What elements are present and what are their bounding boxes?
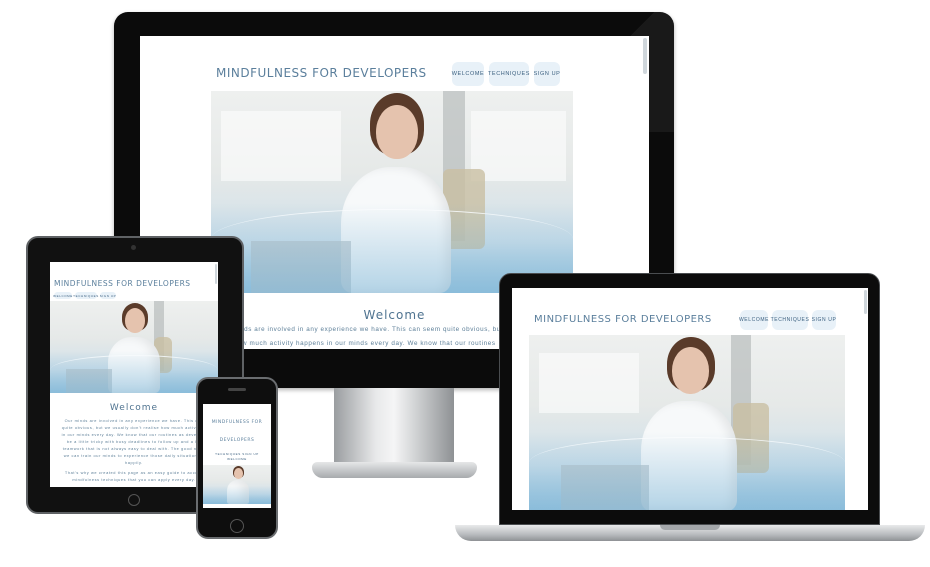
- phone-home-button[interactable]: [230, 519, 244, 533]
- welcome-text-line: That's why we created this page as an ea…: [64, 470, 204, 475]
- hero-image: [203, 465, 271, 504]
- phone-nav[interactable]: TECHNIQUES SIGN UP: [203, 452, 271, 456]
- site-nav: WELCOME TECHNIQUES SIGN UP: [452, 62, 560, 86]
- nav-signup-button[interactable]: SIGN UP: [100, 292, 116, 299]
- laptop-screen: MINDFULNESS FOR DEVELOPERS WELCOME TECHN…: [512, 288, 868, 510]
- welcome-text-line: quite obvious, but we usually don't real…: [61, 425, 207, 430]
- welcome-text-line: happily.: [125, 460, 143, 465]
- phone-nav[interactable]: WELCOME: [203, 457, 271, 461]
- nav-signup-button[interactable]: SIGN UP: [534, 62, 560, 86]
- welcome-text-line: mindfulness techniques that you can appl…: [72, 477, 196, 482]
- site-title: MINDFULNESS FOR DEVELOPERS: [216, 66, 427, 80]
- phone-screen: MINDFULNESS FOR DEVELOPERS TECHNIQUES SI…: [203, 404, 271, 508]
- hero-image: [50, 301, 218, 393]
- site-title: MINDFULNESS FOR DEVELOPERS: [54, 279, 191, 288]
- nav-welcome-button[interactable]: WELCOME: [452, 62, 484, 86]
- welcome-heading: Welcome: [109, 403, 159, 413]
- welcome-text-line: teamwork that is not always easy to deal…: [62, 446, 206, 451]
- laptop-notch: [660, 525, 720, 530]
- site-title-line: MINDFULNESS FOR: [211, 420, 263, 425]
- site-title: MINDFULNESS FOR DEVELOPERS: [534, 314, 712, 325]
- monitor-stand: [334, 388, 454, 466]
- nav-techniques-button[interactable]: TECHNIQUES: [771, 310, 809, 330]
- welcome-text-line: Our minds are involved in any experience…: [64, 418, 204, 423]
- site-nav: WELCOME TECHNIQUES SIGN UP: [53, 292, 116, 299]
- nav-welcome-button[interactable]: WELCOME: [739, 310, 768, 330]
- nav-techniques-button[interactable]: TECHNIQUES: [73, 292, 98, 299]
- phone-speaker: [228, 388, 246, 391]
- tablet-camera: [131, 245, 136, 250]
- nav-techniques-button[interactable]: TECHNIQUES: [488, 62, 529, 86]
- site-nav: WELCOME TECHNIQUES SIGN UP: [739, 310, 836, 330]
- tablet-home-button[interactable]: [128, 494, 140, 506]
- welcome-text-line: be a little tricky with busy deadlines t…: [66, 439, 202, 444]
- tablet-scrollbar[interactable]: [215, 264, 217, 284]
- laptop-scrollbar[interactable]: [864, 290, 867, 314]
- monitor-base: [312, 462, 477, 478]
- welcome-text-line: we can train our minds to experience tho…: [63, 453, 205, 458]
- welcome-text-line: in our minds every day. We know that our…: [61, 432, 207, 437]
- tablet-screen: MINDFULNESS FOR DEVELOPERS WELCOME TECHN…: [50, 262, 218, 487]
- hero-image: [211, 91, 573, 293]
- nav-signup-button[interactable]: SIGN UP: [812, 310, 836, 330]
- site-title-line: DEVELOPERS: [219, 438, 255, 443]
- nav-welcome-button[interactable]: WELCOME: [53, 292, 72, 299]
- hero-image: [529, 335, 845, 510]
- desktop-scrollbar[interactable]: [643, 38, 647, 74]
